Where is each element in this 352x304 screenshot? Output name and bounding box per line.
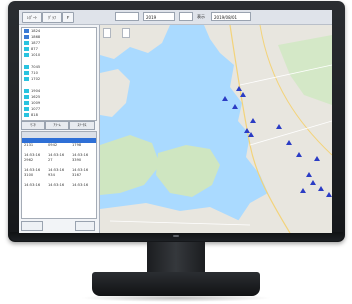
report-button[interactable]: ﾚﾎﾟｰﾄ — [22, 12, 42, 23]
status-swatch — [24, 89, 29, 93]
tab-status[interactable]: ｽﾃｰﾀｽ — [69, 121, 95, 130]
status-swatch — [24, 29, 29, 33]
data-grid: 2131 0942 1798 14:53:16 14:53:16 14:53:16 2962… — [21, 131, 97, 219]
status-swatch — [24, 113, 29, 117]
land-west — [100, 69, 130, 117]
monitor-stand-base — [92, 272, 260, 296]
app-toolbar: ﾚﾎﾟｰﾄ ｸﾞﾗﾌ Ｆ 2019 表示 2019/08/01 — [19, 10, 332, 25]
status-swatch — [24, 107, 29, 111]
map-view[interactable] — [100, 25, 332, 233]
land-west-green — [100, 135, 160, 195]
tab-alarm[interactable]: ｱﾗｰﾑ — [45, 121, 69, 130]
table-cell: 14:53:16 — [24, 183, 41, 187]
status-swatch — [24, 35, 29, 39]
graph-button[interactable]: ｸﾞﾗﾌ — [42, 12, 62, 23]
map-tab-2[interactable] — [122, 28, 130, 38]
panel-tabs: ﾓﾆﾀ ｱﾗｰﾑ ｽﾃｰﾀｽ — [21, 121, 95, 130]
status-swatch — [24, 77, 29, 81]
status-swatch — [24, 41, 29, 45]
island-central — [156, 145, 220, 197]
monitor-stand-neck — [147, 242, 205, 274]
table-cell: 14:53:16 — [72, 183, 89, 187]
table-row[interactable]: 14:53:16 14:53:16 14:53:16 — [22, 183, 96, 188]
vehicle-list[interactable]: 1824 1868 1877 877 1010 7045 710 1702 1904 1625 10… — [21, 27, 97, 121]
status-swatch — [24, 53, 29, 57]
status-swatch — [24, 65, 29, 69]
footer-right-button[interactable] — [75, 221, 95, 231]
panel-footer — [21, 221, 95, 231]
status-swatch — [24, 71, 29, 75]
monitor-logo — [173, 235, 179, 237]
footer-left-button[interactable] — [21, 221, 43, 231]
map-tab-1[interactable] — [103, 28, 111, 38]
status-swatch — [24, 83, 29, 87]
status-swatch — [24, 101, 29, 105]
display-label: 表示 — [197, 14, 205, 19]
land-south — [100, 203, 250, 233]
status-swatch — [24, 59, 29, 63]
function-button[interactable]: Ｆ — [62, 12, 74, 23]
status-swatch — [24, 47, 29, 51]
left-panel: 1824 1868 1877 877 1010 7045 710 1702 1904 1625 10… — [19, 25, 100, 233]
grid-body: 2131 0942 1798 14:53:16 14:53:16 14:53:16 2962… — [22, 138, 96, 218]
range-input[interactable]: 2019/08/01 — [211, 12, 251, 21]
vehicle-marker[interactable] — [232, 104, 238, 109]
tab-monitor[interactable]: ﾓﾆﾀ — [21, 121, 45, 130]
map-canvas — [100, 25, 332, 233]
list-item-number: 818 — [31, 113, 38, 117]
stand-shadow — [80, 294, 272, 302]
list-item[interactable]: 818 — [22, 112, 96, 118]
monitor-screen: ﾚﾎﾟｰﾄ ｸﾞﾗﾌ Ｆ 2019 表示 2019/08/01 1824 1868… — [19, 10, 332, 233]
status-swatch — [24, 95, 29, 99]
vehicle-marker[interactable] — [222, 96, 228, 101]
toolbar-input-2[interactable] — [179, 12, 193, 21]
date-input[interactable]: 2019 — [143, 12, 175, 21]
table-cell: 14:53:16 — [48, 183, 65, 187]
toolbar-input-1[interactable] — [115, 12, 139, 21]
